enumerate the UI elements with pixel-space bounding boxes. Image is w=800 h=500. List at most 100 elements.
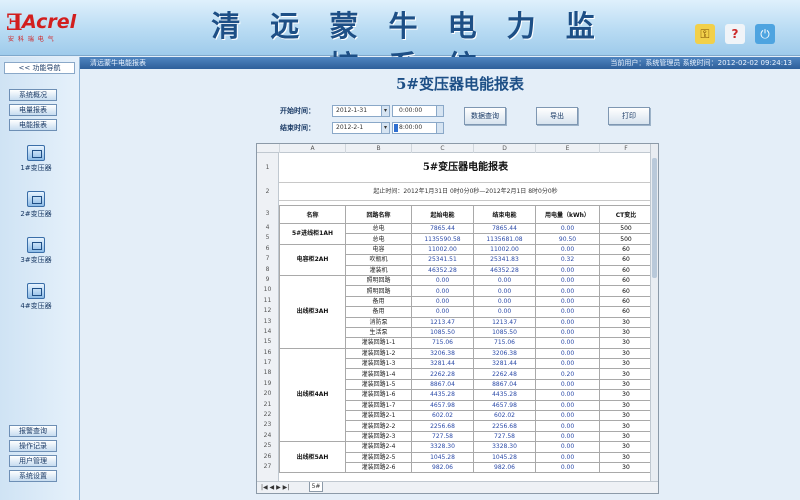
ct-ratio-cell: 500 xyxy=(599,222,653,235)
spinner-icon[interactable] xyxy=(436,123,443,133)
ct-ratio-cell: 60 xyxy=(599,274,653,287)
circuit-name-cell: 总电 xyxy=(345,233,412,245)
circuit-name-cell: 总电 xyxy=(345,222,412,235)
ct-ratio-cell: 30 xyxy=(599,358,653,370)
circuit-name-cell: 备用 xyxy=(345,295,412,308)
start-date-picker[interactable]: 2012-1-31 ▾ xyxy=(332,105,390,117)
end-energy-cell: 0.00 xyxy=(473,274,536,287)
column-header-bar: ABCDEF xyxy=(257,144,652,153)
exit-icon[interactable]: ⏻ xyxy=(755,24,775,44)
row-number: 23 xyxy=(263,421,272,428)
column-header: 名称 xyxy=(279,205,346,224)
sidebar-device-2[interactable]: 2#变压器 xyxy=(12,191,60,221)
consumption-cell: 0.20 xyxy=(535,368,600,380)
sidebar-button-electricity-report[interactable]: 电量报表 xyxy=(9,104,57,116)
consumption-cell: 0.00 xyxy=(535,389,600,401)
circuit-name-cell: 灌装回路1-2 xyxy=(345,347,412,360)
sidebar-button-settings[interactable]: 系统设置 xyxy=(9,470,57,482)
start-energy-cell: 727.58 xyxy=(411,430,474,443)
ct-ratio-cell: 30 xyxy=(599,337,653,349)
table-row: 出线柜4AH 灌装回路1-2 3206.38 3206.38 0.00 30 xyxy=(279,347,653,443)
circuit-name-cell: 灌装回路2-2 xyxy=(345,420,412,432)
start-time-spinner[interactable]: 0:00:00 xyxy=(392,105,444,117)
sidebar-device-1[interactable]: 1#变压器 xyxy=(12,145,60,175)
row-number: 8 xyxy=(265,266,270,273)
ct-ratio-cell: 30 xyxy=(599,451,653,464)
circuit-name-cell: 灌装回路1-1 xyxy=(345,337,412,349)
ct-ratio-cell: 30 xyxy=(599,389,653,401)
row-number: 24 xyxy=(263,432,272,439)
table-body: 5#进线柜1AH 总电 7865.44 7865.44 0.00 500 总电 1135590… xyxy=(279,222,653,474)
circuit-name-cell: 灌装回路1-7 xyxy=(345,399,412,412)
column-header: 结束电能 xyxy=(473,205,536,224)
start-time-value: 0:00:00 xyxy=(399,107,423,114)
start-energy-cell: 11002.00 xyxy=(411,243,474,256)
end-energy-cell: 1085.50 xyxy=(473,326,536,339)
sidebar-button-overview[interactable]: 系统概况 xyxy=(9,89,57,101)
consumption-cell: 0.00 xyxy=(535,274,600,287)
query-button[interactable]: 数据查询 xyxy=(464,107,506,125)
start-energy-cell: 0.00 xyxy=(411,285,474,297)
row-number: 14 xyxy=(263,328,272,335)
end-energy-cell: 3328.30 xyxy=(473,441,536,453)
scrollbar-thumb[interactable] xyxy=(652,158,657,278)
end-energy-cell: 46352.28 xyxy=(473,264,536,276)
circuit-name-cell: 备用 xyxy=(345,306,412,318)
end-time-spinner[interactable]: 8:00:00 xyxy=(392,122,444,134)
spinner-icon[interactable] xyxy=(436,106,443,116)
text-cursor xyxy=(394,124,398,132)
column-letter: F xyxy=(599,144,652,153)
key-icon[interactable]: ⚿ xyxy=(695,24,715,44)
sidebar-button-alarm[interactable]: 报警查询 xyxy=(9,425,57,437)
start-energy-cell: 8867.04 xyxy=(411,378,474,391)
ct-ratio-cell: 60 xyxy=(599,243,653,256)
system-title: 清 远 蒙 牛 电 力 监 控 系 统 xyxy=(211,9,605,83)
start-energy-cell: 2262.28 xyxy=(411,368,474,380)
nav-collapse-tab[interactable]: << 功能导航 xyxy=(4,62,75,74)
row-number: 9 xyxy=(265,276,270,283)
consumption-cell: 0.00 xyxy=(535,326,600,339)
device-label: 1#变压器 xyxy=(20,164,52,172)
start-energy-cell: 982.06 xyxy=(411,461,474,474)
chevron-down-icon[interactable]: ▾ xyxy=(381,123,389,133)
circuit-name-cell: 照明回路 xyxy=(345,285,412,297)
row-number: 1 xyxy=(265,164,270,171)
column-header: CT变比 xyxy=(599,205,653,224)
vertical-scrollbar[interactable] xyxy=(650,144,658,483)
page-breadcrumb: 清远蒙牛电能报表 xyxy=(90,59,146,67)
start-energy-cell: 3281.44 xyxy=(411,358,474,370)
ct-ratio-cell: 30 xyxy=(599,347,653,360)
ct-ratio-cell: 60 xyxy=(599,295,653,308)
end-energy-cell: 602.02 xyxy=(473,410,536,422)
start-energy-cell: 2256.68 xyxy=(411,420,474,432)
sheet-nav-arrows[interactable]: |◀ ◀ ▶ ▶| xyxy=(261,482,289,493)
column-letter: A xyxy=(279,144,345,153)
end-energy-cell: 982.06 xyxy=(473,461,536,474)
start-energy-cell: 4435.28 xyxy=(411,389,474,401)
start-energy-cell: 1045.28 xyxy=(411,451,474,464)
circuit-name-cell: 灌装回路1-4 xyxy=(345,368,412,380)
row-number: 17 xyxy=(263,359,272,366)
energy-table: 名称 回路名称 起始电能 结束电能 用电量（kWh） CT变比 5#进线柜1AH… xyxy=(279,205,653,474)
sidebar-device-3[interactable]: 3#变压器 xyxy=(12,237,60,267)
sidebar-button-energy-report[interactable]: 电能报表 xyxy=(9,119,57,131)
print-button[interactable]: 打印 xyxy=(608,107,650,125)
export-button[interactable]: 导出 xyxy=(536,107,578,125)
sidebar-button-operation-log[interactable]: 操作记录 xyxy=(9,440,57,452)
consumption-cell: 90.50 xyxy=(535,233,600,245)
page-title: 5#变压器电能报表 xyxy=(395,75,524,93)
ct-ratio-cell: 30 xyxy=(599,441,653,453)
sidebar-device-4[interactable]: 4#变压器 xyxy=(12,283,60,313)
start-energy-cell: 46352.28 xyxy=(411,264,474,276)
column-letter: B xyxy=(345,144,411,153)
sidebar-button-user-management[interactable]: 用户管理 xyxy=(9,455,57,467)
table-row: 出线柜5AH 灌装回路2-4 3328.30 3328.30 0.00 30 xyxy=(279,441,653,474)
end-date-picker[interactable]: 2012-2-1 ▾ xyxy=(332,122,390,134)
chevron-down-icon[interactable]: ▾ xyxy=(381,106,389,116)
ct-ratio-cell: 30 xyxy=(599,368,653,380)
sheet-tab[interactable]: 5# xyxy=(309,482,323,492)
end-energy-cell: 25341.83 xyxy=(473,254,536,266)
start-energy-cell: 715.06 xyxy=(411,337,474,349)
table-row: 5#进线柜1AH 总电 7865.44 7865.44 0.00 500 xyxy=(279,222,653,245)
help-icon[interactable]: ? xyxy=(725,24,745,44)
